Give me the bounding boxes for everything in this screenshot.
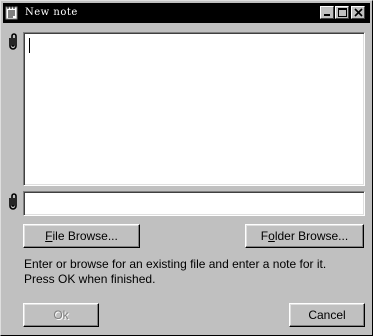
title-bar[interactable]: New note <box>3 3 370 23</box>
folder-browse-accel: o <box>268 229 275 243</box>
note-text-area[interactable] <box>23 32 365 186</box>
instructions-text: Enter or browse for an existing file and… <box>24 257 369 287</box>
paperclip-icon <box>9 33 17 50</box>
paperclip-icon <box>9 193 17 210</box>
instructions-line-2: Press OK when finished. <box>24 272 156 286</box>
instructions-line-1: Enter or browse for an existing file and… <box>24 257 327 271</box>
close-icon[interactable] <box>351 6 365 19</box>
cancel-button[interactable]: Cancel <box>289 303 365 327</box>
folder-browse-pre: F <box>260 229 269 243</box>
folder-browse-button[interactable]: Fo lder Browse... <box>245 224 364 248</box>
minimize-icon[interactable] <box>320 6 334 19</box>
text-caret <box>29 38 30 53</box>
folder-browse-label: lder Browse... <box>274 229 349 243</box>
file-browse-button[interactable]: File Browse... <box>23 224 140 248</box>
file-browse-accel: F <box>45 229 53 243</box>
file-browse-label: ile Browse... <box>52 229 118 243</box>
notepad-icon <box>5 6 18 20</box>
maximize-icon[interactable] <box>335 6 349 19</box>
ok-button[interactable]: Ok <box>23 303 99 327</box>
file-path-field[interactable] <box>23 191 365 216</box>
new-note-dialog: New note File Browse... Fo lder Browse...… <box>0 0 373 336</box>
window-title: New note <box>25 7 78 18</box>
